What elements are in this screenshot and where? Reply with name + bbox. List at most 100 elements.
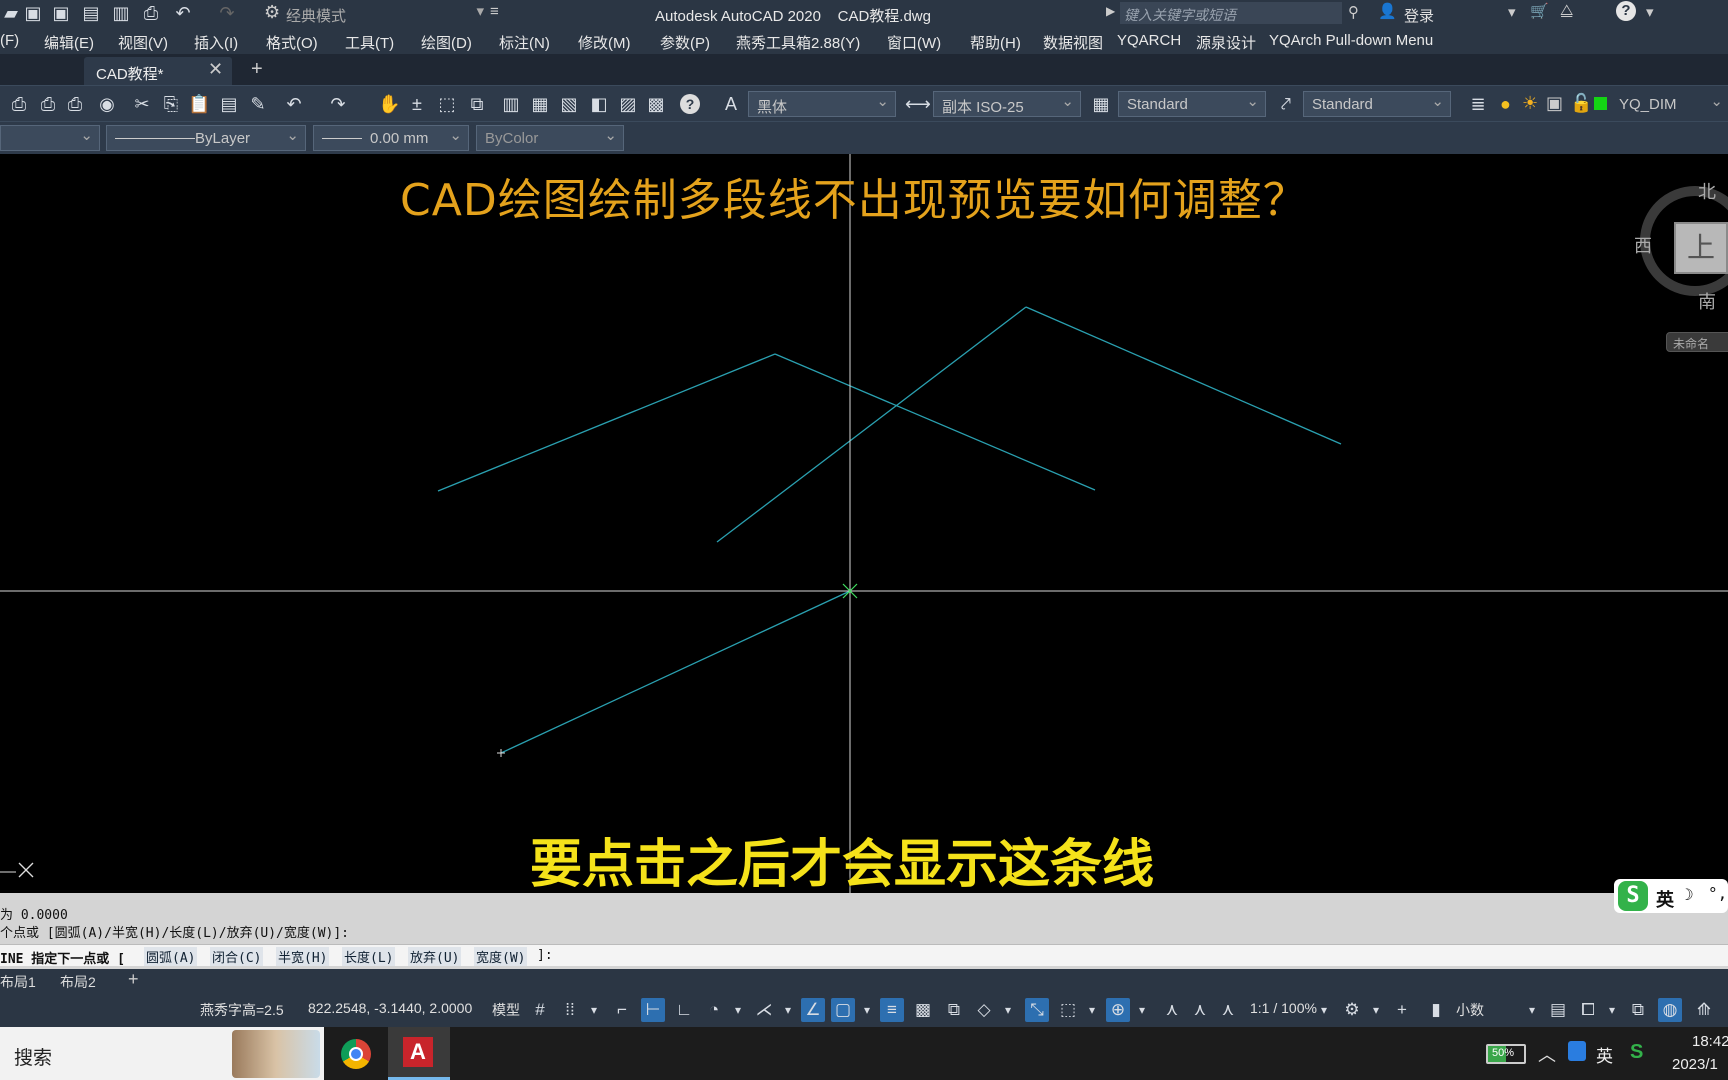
snap-mode-icon[interactable]: ⁞⁞ <box>558 998 582 1022</box>
new-tab-icon[interactable]: + <box>251 58 263 81</box>
3d-osnap-icon[interactable]: ◇ <box>972 998 996 1022</box>
table-style-icon[interactable]: ▦ <box>1090 93 1112 115</box>
chevron-down-icon[interactable]: ▾ <box>1520 998 1544 1022</box>
undo-icon[interactable]: ↶ <box>172 2 194 24</box>
calculator-icon[interactable]: ▩ <box>645 93 667 115</box>
drawing-canvas[interactable]: CAD绘图绘制多段线不出现预览要如何调整？ 要点击之后才会显示这条线 北 西 南… <box>0 154 1728 893</box>
search-arrow-icon[interactable]: ▶ <box>1106 4 1115 18</box>
redo-icon[interactable]: ↷ <box>216 2 238 24</box>
units-value[interactable]: 小数 <box>1456 1000 1484 1020</box>
chevron-down-icon[interactable]: ▾ <box>1130 998 1154 1022</box>
compass-south[interactable]: 南 <box>1698 288 1716 314</box>
chevron-down-icon[interactable]: ▾ <box>1508 3 1516 21</box>
menu-tools[interactable]: 工具(T) <box>345 32 394 53</box>
save-icon[interactable]: ▣ <box>22 2 44 24</box>
chevron-down-icon[interactable]: ▾ <box>726 998 750 1022</box>
file-tab[interactable]: CAD教程* ✕ <box>84 57 232 85</box>
infer-constraints-icon[interactable]: ⌐ <box>610 998 634 1022</box>
chevron-down-icon[interactable]: ▾ <box>1312 998 1336 1022</box>
chevron-down-icon[interactable]: ▾ <box>1646 3 1654 21</box>
autocad-taskbar-icon[interactable]: A <box>388 1027 450 1080</box>
tray-app-icon[interactable] <box>1568 1041 1586 1061</box>
tray-lang[interactable]: 英 <box>1596 1042 1613 1067</box>
quick-properties-icon[interactable]: ▤ <box>1546 998 1570 1022</box>
coordinates-readout[interactable]: 822.2548, -3.1440, 2.0000 <box>308 1000 472 1016</box>
option-halfwidth[interactable]: 半宽(H) <box>276 947 330 966</box>
user-icon[interactable]: 👤 <box>1378 2 1397 20</box>
color-dropdown[interactable] <box>0 125 100 151</box>
block-editor-icon[interactable]: ✎ <box>247 93 269 115</box>
menu-yqarch[interactable]: YQARCH <box>1117 32 1181 49</box>
search-input[interactable]: 键入关键字或短语 <box>1120 2 1342 24</box>
annotation-scale-value[interactable]: 1:1 / 100% <box>1250 1000 1317 1016</box>
redo-icon[interactable]: ↷ <box>327 93 349 115</box>
menu-modify[interactable]: 修改(M) <box>578 32 631 53</box>
chevron-down-icon[interactable]: ▾ <box>996 998 1020 1022</box>
menu-dimension[interactable]: 标注(N) <box>499 32 550 53</box>
dim-style-dropdown[interactable]: 副本 ISO-25 <box>933 91 1081 117</box>
clock-time[interactable]: 18:42 <box>1692 1033 1728 1050</box>
cart-icon[interactable]: 🛒 <box>1530 2 1549 20</box>
cut-icon[interactable]: ✂ <box>131 93 153 115</box>
mleader-style-dropdown[interactable]: Standard <box>1303 91 1451 117</box>
freeze-vp-icon[interactable]: ▣ <box>1546 93 1563 114</box>
annotation-monitor-icon[interactable]: + <box>1390 998 1414 1022</box>
plotstyle-dropdown[interactable]: ByColor <box>476 125 624 151</box>
login-link[interactable]: 登录 <box>1404 5 1434 26</box>
properties-icon[interactable]: ▥ <box>500 93 522 115</box>
chevron-down-icon[interactable]: ▾ <box>1080 998 1104 1022</box>
annotation-visibility-icon[interactable]: ⋏ <box>1160 998 1184 1022</box>
gizmo-icon[interactable]: ⊕ <box>1106 998 1130 1022</box>
copy-icon[interactable]: ⎘ <box>160 93 182 115</box>
lock-icon[interactable]: 🔓 <box>1570 93 1592 114</box>
linetype-dropdown[interactable]: ByLayer <box>106 125 306 151</box>
design-center-icon[interactable]: ▦ <box>529 93 551 115</box>
option-arc[interactable]: 圆弧(A) <box>144 947 198 966</box>
option-width[interactable]: 宽度(W) <box>474 947 528 966</box>
mleader-style-icon[interactable]: ⤤ <box>1275 93 1297 115</box>
selection-filter-icon[interactable]: ⬚ <box>1056 998 1080 1022</box>
chevron-down-icon[interactable]: ▾ <box>855 998 879 1022</box>
markup-icon[interactable]: ▨ <box>617 93 639 115</box>
menu-file[interactable]: (F) <box>0 32 19 49</box>
zoom-previous-icon[interactable]: ⧉ <box>466 93 488 115</box>
layout-tab-2[interactable]: 布局2 <box>60 972 96 992</box>
clean-screen-icon[interactable]: ⟰ <box>1692 998 1716 1022</box>
text-height-status[interactable]: 燕秀字高=2.5 <box>200 1000 284 1020</box>
zoom-realtime-icon[interactable]: ± <box>406 93 428 115</box>
annotation-scale-icon[interactable]: ⋏ <box>1216 998 1240 1022</box>
text-style-dropdown[interactable]: 黑体 <box>748 91 896 117</box>
open-icon[interactable]: ▰ <box>0 2 22 24</box>
chevron-down-icon[interactable]: ▾ <box>1364 998 1388 1022</box>
isodraft-icon[interactable]: ⋌ <box>752 998 776 1022</box>
option-undo[interactable]: 放弃(U) <box>408 947 462 966</box>
binoculars-icon[interactable]: ⚲ <box>1348 3 1359 21</box>
dim-style-icon[interactable]: ⟷ <box>905 93 931 115</box>
dynamic-input-icon[interactable]: ⊢ <box>641 998 665 1022</box>
transparency-icon[interactable]: ▩ <box>911 998 935 1022</box>
workspace-dropdown[interactable]: ⚙ 经典模式 ▾ <box>262 2 486 25</box>
pan-icon[interactable]: ✋ <box>378 93 400 115</box>
menu-yuanquan[interactable]: 源泉设计 <box>1196 32 1256 53</box>
3d-dwf-icon[interactable]: ◉ <box>96 93 118 115</box>
export-icon[interactable]: ▤ <box>80 2 102 24</box>
chevron-down-icon[interactable]: ▾ <box>1600 998 1624 1022</box>
chrome-taskbar-icon[interactable] <box>334 1032 378 1076</box>
ime-indicator[interactable]: S 英 ☽ °, <box>1614 879 1728 913</box>
plot-icon[interactable]: ⎙ <box>8 93 30 115</box>
compass-west[interactable]: 西 <box>1634 232 1652 258</box>
close-icon[interactable]: ✕ <box>208 59 223 80</box>
battery-indicator[interactable]: 50% <box>1486 1044 1526 1064</box>
tool-palettes-icon[interactable]: ▧ <box>558 93 580 115</box>
a360-icon[interactable]: ⧋ <box>1560 2 1573 19</box>
sheet-set-icon[interactable]: ◧ <box>588 93 610 115</box>
menu-edit[interactable]: 编辑(E) <box>44 32 94 53</box>
option-length[interactable]: 长度(L) <box>342 947 396 966</box>
object-snap-icon[interactable]: ▢ <box>831 998 855 1022</box>
ortho-icon[interactable]: ∟ <box>672 998 696 1022</box>
menu-yqarch-pulldown[interactable]: YQArch Pull-down Menu <box>1269 32 1433 49</box>
menu-parametric[interactable]: 参数(P) <box>660 32 710 53</box>
wcs-dropdown[interactable]: 未命名 <box>1666 332 1728 352</box>
menu-yanxiu[interactable]: 燕秀工具箱2.88(Y) <box>736 32 860 53</box>
isolate-objects-icon[interactable]: ⧉ <box>1626 998 1650 1022</box>
